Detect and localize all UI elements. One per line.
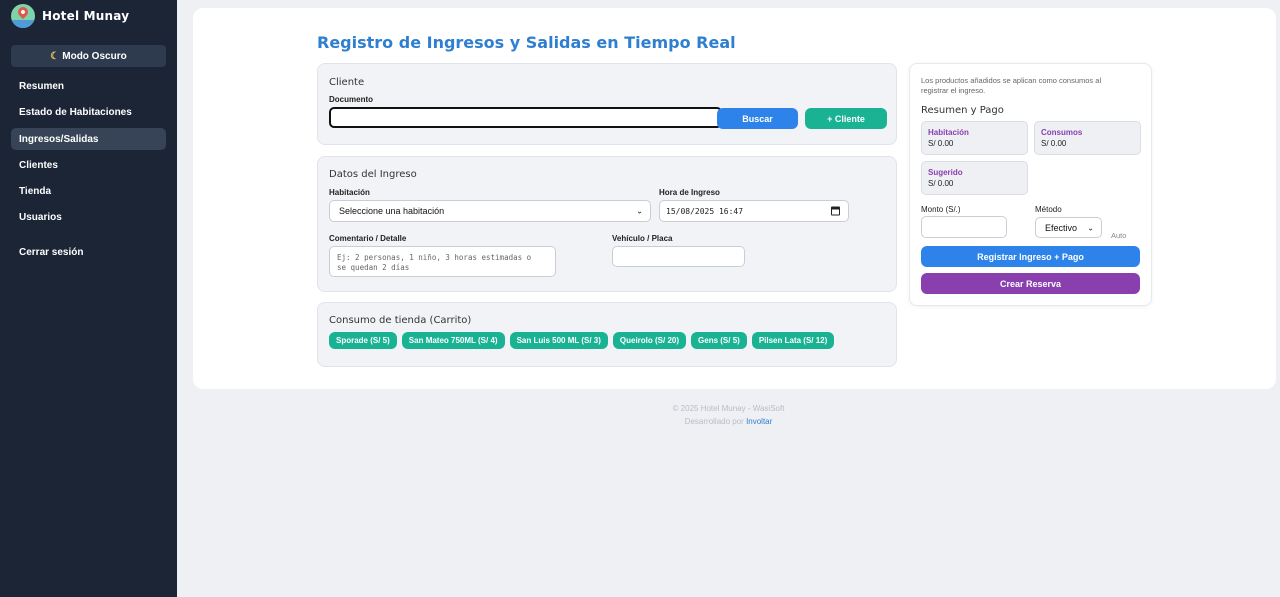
footer-dev-prefix: Desarrollado por [684,417,744,426]
chevron-down-icon: ⌄ [636,206,643,216]
footer-dev: Desarrollado por Involtar [177,417,1280,426]
buscar-button[interactable]: Buscar [717,108,798,129]
footer-dev-link[interactable]: Involtar [746,417,772,426]
sidebar-item-clientes[interactable]: Clientes [11,154,166,176]
add-cliente-button[interactable]: + Cliente [805,108,887,129]
sidebar-item-label: Estado de Habitaciones [19,106,132,118]
moon-icon: ☾ [50,50,60,62]
map-pin-logo-icon [11,4,35,28]
brand[interactable]: Hotel Munay [11,4,129,28]
auto-label: Auto [1111,231,1127,240]
dark-mode-label: Modo Oscuro [62,50,127,62]
vehiculo-label: Vehículo / Placa [612,234,673,243]
metodo-select[interactable]: Efectivo ⌄ [1035,217,1102,238]
habitacion-label: Habitación [329,188,370,197]
sidebar-item-usuarios[interactable]: Usuarios [11,206,166,228]
sidebar-item-label: Cerrar sesión [19,246,84,258]
metodo-select-value: Efectivo [1045,222,1078,233]
sidebar-item-cerrar-sesion[interactable]: Cerrar sesión [11,241,166,263]
tienda-title: Consumo de tienda (Carrito) [329,315,472,326]
page-title: Registro de Ingresos y Salidas en Tiempo… [317,33,736,52]
sugerido-value: S/ 0.00 [928,179,954,188]
documento-label: Documento [329,95,373,104]
product-chips: Sporade (S/ 5) San Mateo 750ML (S/ 4) Sa… [329,332,835,349]
hora-ingreso-input[interactable]: 15/08/2025 16:47 [659,200,849,222]
habitacion-total-box: Habitación S/ 0.00 [921,121,1028,155]
habitacion-select[interactable]: Seleccione una habitación ⌄ [329,200,651,222]
sidebar-item-label: Clientes [19,159,58,171]
monto-input[interactable] [921,216,1007,238]
metodo-label: Método [1035,205,1062,214]
habitacion-select-value: Seleccione una habitación [339,206,445,216]
product-chip[interactable]: Pilsen Lata (S/ 12) [751,332,835,349]
sidebar-item-label: Ingresos/Salidas [19,133,99,145]
sidebar-item-label: Tienda [19,185,52,197]
hora-ingreso-value: 15/08/2025 16:47 [666,206,744,216]
habitacion-total-value: S/ 0.00 [928,139,954,148]
sidebar-item-estado-habitaciones[interactable]: Estado de Habitaciones [11,101,166,123]
resumen-note: Los productos añadidos se aplican como c… [921,76,1102,95]
product-chip[interactable]: Sporade (S/ 5) [329,332,397,349]
resumen-pago-panel: Los productos añadidos se aplican como c… [909,63,1152,306]
resumen-title: Resumen y Pago [921,105,1004,116]
tienda-panel: Consumo de tienda (Carrito) Sporade (S/ … [317,302,897,367]
comentario-label: Comentario / Detalle [329,234,407,243]
sidebar-item-label: Usuarios [19,211,62,223]
footer: © 2025 Hotel Munay - WasiSoft Desarrolla… [177,404,1280,426]
consumos-total-value: S/ 0.00 [1041,139,1067,148]
ingreso-panel: Datos del Ingreso Habitación Seleccione … [317,156,897,292]
registrar-ingreso-button[interactable]: Registrar Ingreso + Pago [921,246,1140,267]
comentario-textarea[interactable]: Ej: 2 personas, 1 niño, 3 horas estimada… [329,246,556,277]
hora-ingreso-label: Hora de Ingreso [659,188,720,197]
product-chip[interactable]: San Mateo 750ML (S/ 4) [401,332,505,349]
product-chip[interactable]: San Luis 500 ML (S/ 3) [509,332,608,349]
product-chip[interactable]: Queirolo (S/ 20) [612,332,687,349]
ingreso-title: Datos del Ingreso [329,169,417,180]
habitacion-total-label: Habitación [928,128,969,137]
consumos-total-label: Consumos [1041,128,1083,137]
sidebar-item-label: Resumen [19,80,65,92]
footer-copyright: © 2025 Hotel Munay - WasiSoft [672,404,785,413]
cliente-title: Cliente [329,77,365,88]
product-chip[interactable]: Gens (S/ 5) [691,332,747,349]
monto-label: Monto (S/.) [921,205,961,214]
documento-input[interactable] [329,107,722,128]
sidebar-item-resumen[interactable]: Resumen [11,75,166,97]
brand-name: Hotel Munay [42,9,130,23]
sugerido-box: Sugerido S/ 0.00 [921,161,1028,195]
chevron-down-icon: ⌄ [1087,223,1094,232]
sidebar-item-ingresos-salidas[interactable]: Ingresos/Salidas [11,128,166,150]
cliente-panel: Cliente Documento Buscar + Cliente [317,63,897,145]
consumos-total-box: Consumos S/ 0.00 [1034,121,1141,155]
calendar-icon[interactable] [831,206,840,216]
crear-reserva-button[interactable]: Crear Reserva [921,273,1140,294]
vehiculo-input[interactable] [612,246,745,267]
sidebar: Hotel Munay ☾ Modo Oscuro Resumen Estado… [0,0,177,597]
sugerido-label: Sugerido [928,168,963,177]
dark-mode-toggle[interactable]: ☾ Modo Oscuro [11,45,166,67]
sidebar-item-tienda[interactable]: Tienda [11,180,166,202]
main-card: Registro de Ingresos y Salidas en Tiempo… [193,8,1276,389]
